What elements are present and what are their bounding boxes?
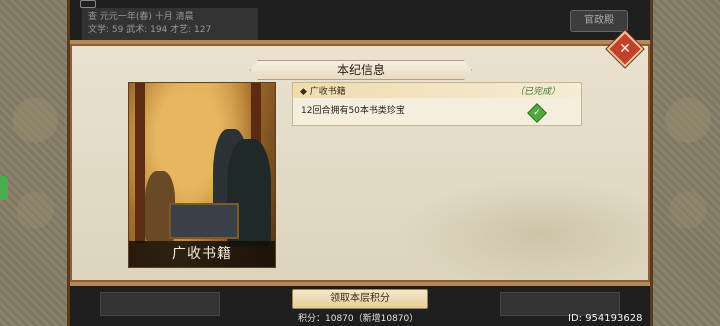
task-title: 广收书籍: [309, 87, 346, 97]
background-tile: [100, 292, 220, 316]
background-info-panel: 查 元元一年(春) 十月 清晨 文学: 59 武术: 194 才艺: 127: [82, 8, 258, 42]
background-office-button: 官政殿: [570, 10, 628, 32]
background-info-line: 文学: 59 武术: 194 才艺: 127: [88, 25, 212, 35]
task-status: （已完成）: [515, 87, 561, 97]
task-name: ◆ 广收书籍: [300, 84, 346, 97]
side-tab[interactable]: [0, 176, 8, 200]
pillar-shape: [135, 83, 145, 243]
dialog-title: 本纪信息: [250, 60, 472, 80]
background-info-line: 查 元元一年(春) 十月 清晨: [88, 12, 194, 22]
task-header: ◆ 广收书籍 （已完成）: [293, 83, 581, 98]
task-description: 12回合拥有50本书类珍宝: [301, 106, 405, 116]
claim-points-button[interactable]: 领取本层积分: [292, 289, 428, 309]
left-decor-panel: [0, 0, 70, 326]
points-readout: 积分：10870（新增10870）: [298, 314, 419, 324]
battery-icon: [80, 0, 96, 8]
task-illustration: 广收书籍: [128, 82, 276, 268]
player-id: ID: 954193628: [568, 313, 643, 324]
close-icon: ✕: [619, 41, 631, 57]
book-cart-shape: [169, 203, 239, 239]
illustration-caption: 广收书籍: [129, 241, 275, 267]
diamond-icon: ◆: [300, 87, 307, 97]
right-decor-panel: [650, 0, 720, 326]
